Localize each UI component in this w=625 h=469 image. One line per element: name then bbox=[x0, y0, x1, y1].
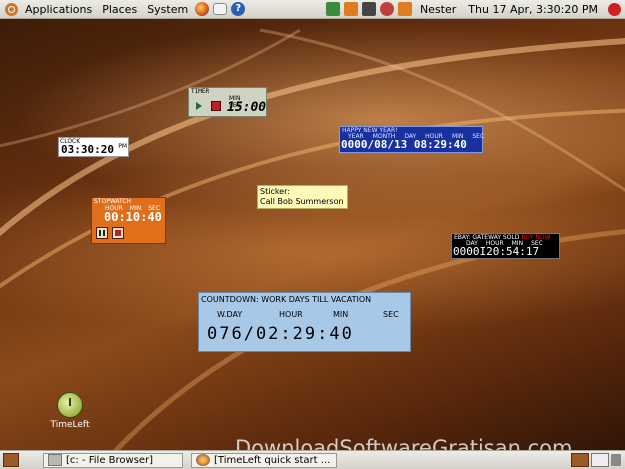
volume-icon[interactable] bbox=[379, 2, 394, 16]
countdown-label: COUNTDOWN: WORK DAYS TILL VACATION bbox=[201, 295, 372, 304]
sticker-note[interactable]: Sticker: Call Bob Summerson bbox=[257, 185, 348, 209]
network-icon[interactable] bbox=[361, 2, 376, 16]
menu-places[interactable]: Places bbox=[97, 3, 142, 16]
power-icon[interactable] bbox=[608, 2, 621, 16]
countdown-head-min: MIN bbox=[333, 310, 349, 319]
countdown-head-hour: HOUR bbox=[279, 310, 303, 319]
timer-widget[interactable]: TIMER MIN SEC 15:00 bbox=[188, 87, 267, 117]
play-icon[interactable] bbox=[196, 102, 202, 110]
firefox-icon bbox=[196, 454, 210, 466]
top-panel: Applications Places System ? Nester Thu … bbox=[0, 0, 625, 19]
system-tray: Nester Thu 17 Apr, 3:30:20 PM bbox=[324, 2, 625, 16]
ebay-auction-widget[interactable]: EBAY: GATEWAY SOLD BUY NOW DAY HOUR MIN SEC… bbox=[451, 233, 560, 259]
trash-icon[interactable] bbox=[611, 454, 621, 466]
taskbar-timeleft-label: [TimeLeft quick start ... bbox=[214, 454, 331, 466]
stopwatch-value: 00:10:40 bbox=[104, 210, 162, 224]
menu-system[interactable]: System bbox=[142, 3, 193, 16]
help-launcher-icon[interactable]: ? bbox=[231, 2, 246, 16]
workspace-2[interactable] bbox=[591, 453, 609, 467]
clock-widget-ampm: PM bbox=[118, 143, 127, 150]
taskbar-file-browser-label: [c: - File Browser] bbox=[66, 454, 154, 466]
taskbar-file-browser[interactable]: [c: - File Browser] bbox=[43, 452, 183, 468]
timer-value: 15:00 bbox=[227, 100, 267, 115]
taskbar-timeleft[interactable]: [TimeLeft quick start ... bbox=[191, 452, 337, 468]
clock-icon bbox=[57, 392, 83, 418]
bottom-panel: [c: - File Browser] [TimeLeft quick star… bbox=[0, 450, 625, 469]
timer-label: TIMER bbox=[191, 88, 210, 95]
ubuntu-logo-icon[interactable] bbox=[5, 2, 18, 16]
stop-icon[interactable] bbox=[112, 227, 124, 239]
firefox-launcher-icon[interactable] bbox=[195, 2, 210, 16]
show-desktop-icon[interactable] bbox=[3, 453, 19, 467]
stopwatch-label: STOPWATCH bbox=[94, 198, 132, 205]
sticker-text: Call Bob Summerson bbox=[260, 197, 344, 206]
clock-widget[interactable]: CLOCK 03:30:20 PM bbox=[58, 137, 129, 157]
update-notifier-icon[interactable] bbox=[343, 2, 358, 16]
panel-clock[interactable]: Thu 17 Apr, 3:30:20 PM bbox=[462, 3, 604, 16]
countdown-head-wday: W.DAY bbox=[217, 310, 243, 319]
new-year-value: 0000/08/13 08:29:40 bbox=[341, 138, 467, 151]
stopwatch-widget[interactable]: STOPWATCH HOUR MIN SEC 00:10:40 bbox=[91, 197, 166, 244]
user-switcher[interactable]: Nester bbox=[414, 3, 462, 16]
vacation-countdown-widget[interactable]: COUNTDOWN: WORK DAYS TILL VACATION W.DAY… bbox=[198, 292, 411, 352]
timeleft-desktop-icon[interactable]: TimeLeft bbox=[48, 392, 92, 430]
new-year-countdown-widget[interactable]: HAPPY NEW YEAR! YEAR MONTH DAY HOUR MIN SEC 0… bbox=[339, 126, 485, 153]
weather-icon[interactable] bbox=[397, 2, 412, 16]
menu-applications[interactable]: Applications bbox=[20, 3, 97, 16]
countdown-value: 076/02:29:40 bbox=[207, 324, 354, 344]
ebay-value: 0000I20:54:17 bbox=[453, 245, 540, 258]
folder-icon bbox=[48, 454, 62, 466]
timeleft-desktop-label: TimeLeft bbox=[50, 420, 90, 430]
stop-icon[interactable] bbox=[211, 101, 221, 111]
mail-launcher-icon[interactable] bbox=[213, 3, 228, 15]
timeleft-tray-icon[interactable] bbox=[325, 2, 340, 16]
new-year-head-sec: SEC bbox=[472, 133, 485, 140]
countdown-head-sec: SEC bbox=[383, 310, 399, 319]
sticker-title: Sticker: bbox=[260, 187, 290, 196]
workspace-1[interactable] bbox=[571, 453, 589, 467]
clock-widget-value: 03:30:20 bbox=[61, 143, 114, 156]
pause-icon[interactable] bbox=[96, 227, 108, 239]
